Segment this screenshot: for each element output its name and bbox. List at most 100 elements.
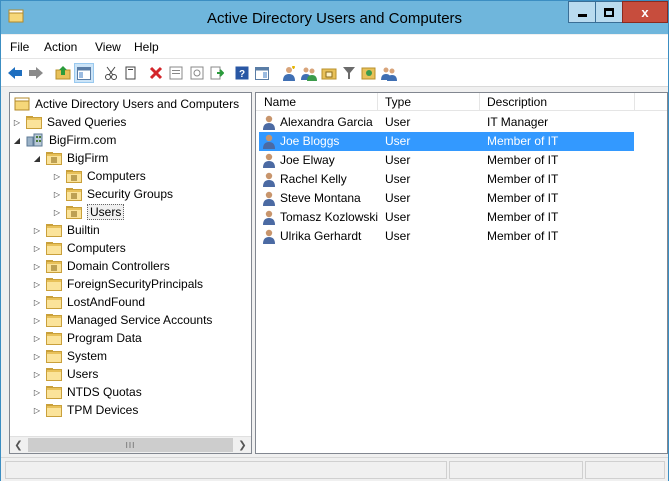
expand-icon[interactable]: ▷ [32, 334, 42, 343]
expand-icon[interactable]: ▷ [32, 226, 42, 235]
scroll-thumb[interactable]: III [28, 438, 233, 452]
new-group-button[interactable] [299, 63, 319, 83]
cell-type: User [385, 210, 411, 224]
close-button[interactable]: x [622, 1, 668, 23]
cut-icon [105, 66, 117, 80]
details-list[interactable]: Name Type Description Alexandra Garcia Us… [255, 92, 668, 454]
delegate-button[interactable] [379, 63, 399, 83]
table-row[interactable]: Joe Elway User Member of IT [259, 151, 634, 170]
table-row[interactable]: Joe Bloggs User Member of IT [259, 132, 634, 151]
tree-item-ou-users[interactable]: ▷ Users [52, 203, 125, 221]
menu-view[interactable]: View [95, 40, 121, 54]
tree-item-program-data[interactable]: ▷ Program Data [32, 329, 142, 347]
expand-icon[interactable]: ▷ [32, 370, 42, 379]
filter-button[interactable] [339, 63, 359, 83]
tree-item-tpm-devices[interactable]: ▷ TPM Devices [32, 401, 138, 419]
user-icon [263, 191, 275, 206]
show-hide-console-tree-button[interactable] [74, 63, 94, 83]
new-user-button[interactable] [279, 63, 299, 83]
expand-icon[interactable]: ▷ [52, 190, 62, 199]
tree-item-ou-computers[interactable]: ▷ Computers [52, 167, 146, 185]
column-header-name[interactable]: Name [264, 95, 296, 109]
tree-item-foreign-security-principals[interactable]: ▷ ForeignSecurityPrincipals [32, 275, 203, 293]
console-tree[interactable]: Active Directory Users and Computers ▷ S… [9, 92, 252, 454]
expand-icon[interactable]: ▷ [32, 406, 42, 415]
collapse-icon[interactable]: ◢ [32, 154, 42, 163]
collapse-icon[interactable]: ◢ [12, 136, 22, 145]
domain-icon [26, 133, 43, 147]
cell-name: Ulrika Gerhardt [280, 229, 362, 243]
scroll-left-icon[interactable]: ❮ [10, 437, 27, 453]
up-one-level-button[interactable] [53, 63, 73, 83]
help-button[interactable]: ? [232, 63, 252, 83]
tree-item-ntds-quotas[interactable]: ▷ NTDS Quotas [32, 383, 142, 401]
tree-item-label: NTDS Quotas [67, 385, 142, 399]
user-icon [263, 134, 275, 149]
menu-bar: File Action View Help [1, 35, 668, 59]
add-to-group-button[interactable] [359, 63, 379, 83]
expand-icon[interactable]: ▷ [52, 172, 62, 181]
tree-item-users[interactable]: ▷ Users [32, 365, 98, 383]
expand-icon[interactable]: ▷ [12, 118, 22, 127]
tree-item-managed-service-accounts[interactable]: ▷ Managed Service Accounts [32, 311, 213, 329]
ou-folder-icon [46, 151, 62, 165]
tree-item-lost-and-found[interactable]: ▷ LostAndFound [32, 293, 145, 311]
refresh-button[interactable] [187, 63, 207, 83]
tree-item-ou-bigfirm[interactable]: ◢ BigFirm [32, 149, 108, 167]
table-row[interactable]: Rachel Kelly User Member of IT [259, 170, 634, 189]
folder-icon [46, 385, 62, 399]
export-list-button[interactable] [207, 63, 227, 83]
minimize-button[interactable] [568, 1, 596, 23]
copy-button[interactable] [121, 63, 141, 83]
folder-icon [46, 349, 62, 363]
column-header-type[interactable]: Type [385, 95, 411, 109]
menu-action[interactable]: Action [44, 40, 77, 54]
tree-item-ou-security-groups[interactable]: ▷ Security Groups [52, 185, 173, 203]
user-icon [263, 115, 275, 130]
toolbar: ? [1, 59, 668, 87]
forward-button[interactable] [26, 63, 46, 83]
tree-root[interactable]: Active Directory Users and Computers [14, 95, 239, 113]
table-row[interactable]: Alexandra Garcia User IT Manager [259, 113, 634, 132]
show-action-pane-button[interactable] [252, 63, 272, 83]
tree-item-system[interactable]: ▷ System [32, 347, 107, 365]
forward-arrow-icon [29, 67, 43, 79]
tree-item-domain-controllers[interactable]: ▷ Domain Controllers [32, 257, 170, 275]
menu-file[interactable]: File [10, 40, 29, 54]
table-row[interactable]: Ulrika Gerhardt User Member of IT [259, 227, 634, 246]
ou-folder-icon [46, 259, 62, 273]
expand-icon[interactable]: ▷ [32, 262, 42, 271]
column-divider[interactable] [377, 93, 378, 111]
scroll-right-icon[interactable]: ❯ [234, 437, 251, 453]
expand-icon[interactable]: ▷ [32, 298, 42, 307]
folder-icon [46, 241, 62, 255]
cut-button[interactable] [101, 63, 121, 83]
expand-icon[interactable]: ▷ [32, 280, 42, 289]
delete-button[interactable] [146, 63, 166, 83]
horizontal-scrollbar[interactable]: ❮ III ❯ [10, 436, 251, 453]
expand-icon[interactable]: ▷ [32, 388, 42, 397]
column-divider[interactable] [479, 93, 480, 111]
tree-item-computers[interactable]: ▷ Computers [32, 239, 126, 257]
expand-icon[interactable]: ▷ [32, 352, 42, 361]
tree-item-saved-queries[interactable]: ▷ Saved Queries [12, 113, 126, 131]
table-row[interactable]: Steve Montana User Member of IT [259, 189, 634, 208]
table-row[interactable]: Tomasz Kozlowski User Member of IT [259, 208, 634, 227]
maximize-button[interactable] [595, 1, 623, 23]
expand-icon[interactable]: ▷ [32, 244, 42, 253]
properties-button[interactable] [166, 63, 186, 83]
tree-item-builtin[interactable]: ▷ Builtin [32, 221, 100, 239]
new-ou-button[interactable] [319, 63, 339, 83]
title-bar[interactable]: Active Directory Users and Computers x [1, 1, 668, 34]
cell-type: User [385, 172, 411, 186]
expand-icon[interactable]: ▷ [52, 208, 62, 217]
menu-help[interactable]: Help [134, 40, 159, 54]
folder-icon [26, 115, 42, 129]
tree-root-label: Active Directory Users and Computers [35, 97, 240, 111]
cell-type: User [385, 153, 411, 167]
back-button[interactable] [5, 63, 25, 83]
column-header-description[interactable]: Description [487, 95, 547, 109]
expand-icon[interactable]: ▷ [32, 316, 42, 325]
column-divider[interactable] [634, 93, 635, 111]
tree-item-domain[interactable]: ◢ BigFirm.com [12, 131, 116, 149]
